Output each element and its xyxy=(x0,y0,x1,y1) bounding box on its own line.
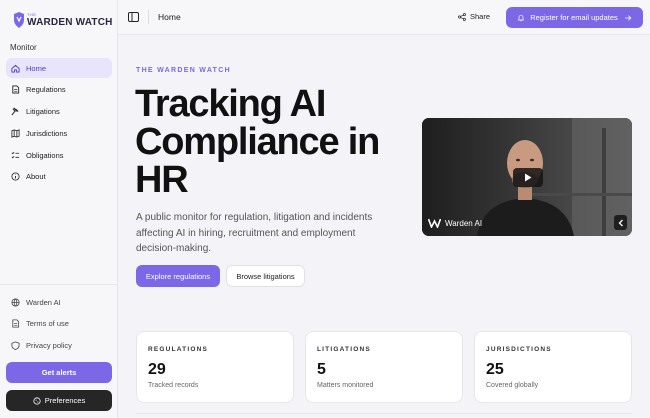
video-brand-label: Warden AI xyxy=(445,218,483,228)
explore-regulations-button[interactable]: Explore regulations xyxy=(136,265,220,287)
sidebar-item-jurisdictions[interactable]: Jurisdictions xyxy=(6,123,112,143)
footer-link-warden-ai[interactable]: Warden AI xyxy=(6,292,112,312)
footer-link-label: Terms of use xyxy=(26,319,69,328)
stat-value: 29 xyxy=(148,361,166,378)
video-nav-button[interactable] xyxy=(614,215,627,230)
stat-card-regulations[interactable]: REGULATIONS 29 Tracked records xyxy=(136,331,294,403)
hero-title: Tracking AI Compliance in HR xyxy=(135,83,380,201)
gavel-icon xyxy=(11,107,19,116)
sidebar-item-obligations[interactable]: Obligations xyxy=(6,145,112,165)
stat-label: REGULATIONS xyxy=(148,346,209,353)
stat-card-jurisdictions[interactable]: JURISDICTIONS 25 Covered globally xyxy=(474,331,632,403)
nav-section-title: Monitor xyxy=(10,43,37,52)
sidebar-divider xyxy=(0,284,118,285)
info-icon xyxy=(11,172,20,181)
share-button[interactable]: Share xyxy=(458,12,490,21)
video-brand: Warden AI xyxy=(428,218,482,228)
footer-link-label: Warden AI xyxy=(26,297,61,307)
section-divider xyxy=(136,413,632,418)
breadcrumb: Home xyxy=(158,12,181,22)
map-icon xyxy=(11,129,20,138)
register-email-button[interactable]: Register for email updates xyxy=(506,7,643,28)
shield-logo-icon xyxy=(14,12,24,28)
sidebar-item-label: Jurisdictions xyxy=(26,128,68,138)
sidebar-item-litigations[interactable]: Litigations xyxy=(6,102,112,122)
document-icon xyxy=(12,85,20,94)
footer-link-terms[interactable]: Terms of use xyxy=(6,314,112,334)
share-icon xyxy=(458,12,466,21)
bell-icon xyxy=(518,14,525,21)
footer-link-privacy[interactable]: Privacy policy xyxy=(6,335,112,355)
play-button[interactable] xyxy=(513,168,543,187)
warden-logo-icon xyxy=(428,218,441,228)
sidebar-footer-links: Warden AI Terms of use Privacy policy xyxy=(6,292,112,357)
footer-link-label: Privacy policy xyxy=(26,340,72,350)
top-bar: Home Share Register for email updates xyxy=(118,0,650,35)
stat-caption: Covered globally xyxy=(486,382,539,389)
shield-icon xyxy=(11,340,20,350)
stat-card-litigations[interactable]: LITIGATIONS 5 Matters monitored xyxy=(305,331,463,403)
arrow-right-icon xyxy=(624,14,632,21)
cookie-icon xyxy=(33,396,41,405)
stat-label: LITIGATIONS xyxy=(317,346,371,353)
sidebar-item-home[interactable]: Home xyxy=(6,58,112,78)
sidebar-item-label: About xyxy=(26,172,46,182)
stat-caption: Tracked records xyxy=(148,382,199,389)
globe-icon xyxy=(11,297,20,307)
sidebar-toggle-icon[interactable] xyxy=(128,12,139,22)
sidebar-item-label: Home xyxy=(26,63,47,73)
stat-label: JURISDICTIONS xyxy=(486,346,552,353)
sidebar-item-regulations[interactable]: Regulations xyxy=(6,80,112,100)
chevron-left-icon xyxy=(618,219,623,226)
checklist-icon xyxy=(11,151,20,159)
sidebar-item-label: Obligations xyxy=(26,150,64,160)
browse-litigations-button[interactable]: Browse litigations xyxy=(226,265,305,287)
stat-value: 25 xyxy=(486,361,504,378)
video-player[interactable]: Warden AI xyxy=(422,118,632,236)
stat-value: 5 xyxy=(317,361,326,378)
hero-description: A public monitor for regulation, litigat… xyxy=(136,212,373,254)
stat-caption: Matters monitored xyxy=(317,382,374,389)
logo[interactable]: THE WARDEN WATCH xyxy=(14,8,113,28)
toolbar-divider xyxy=(148,10,149,24)
document-icon xyxy=(12,319,20,328)
home-icon xyxy=(11,64,20,73)
logo-name: WARDEN WATCH xyxy=(27,17,113,28)
hero-eyebrow: THE WARDEN WATCH xyxy=(136,67,231,74)
sidebar-item-about[interactable]: About xyxy=(6,167,112,187)
sidebar-item-label: Regulations xyxy=(26,85,66,95)
sidebar: THE WARDEN WATCH Monitor Home Regulation… xyxy=(0,0,118,418)
get-alerts-button[interactable]: Get alerts xyxy=(6,362,112,383)
register-label: Register for email updates xyxy=(530,13,618,22)
main-nav: Home Regulations Litigations Jurisdictio… xyxy=(6,58,112,189)
play-icon xyxy=(525,173,532,182)
sidebar-item-label: Litigations xyxy=(26,107,60,117)
preferences-button[interactable]: Preferences xyxy=(6,390,112,411)
share-label: Share xyxy=(470,12,491,21)
preferences-label: Preferences xyxy=(44,396,86,405)
